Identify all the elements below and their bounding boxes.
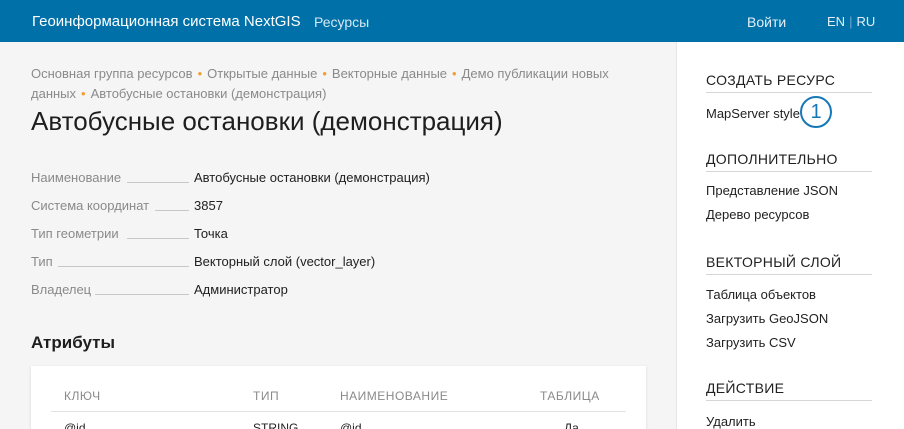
top-header: Геоинформационная система NextGIS Ресурс… xyxy=(0,0,904,42)
login-link[interactable]: Войти xyxy=(747,14,786,30)
property-value: 3857 xyxy=(194,198,223,213)
property-row: Система координат 3857 xyxy=(31,194,491,222)
main-content: Основная группа ресурсов • Открытые данные… xyxy=(0,42,676,429)
column-header-name[interactable]: НАИМЕНОВАНИЕ xyxy=(340,389,448,403)
property-row: Тип Векторный слой (vector_layer) xyxy=(31,250,491,278)
properties-list: Наименование Автобусные остановки (демон… xyxy=(31,166,491,306)
sidebar: СОЗДАТЬ РЕСУРС MapServer style ДОПОЛНИТЕ… xyxy=(676,42,904,429)
property-key: Система координат xyxy=(31,198,152,213)
callout-number-badge: 1 xyxy=(800,96,832,128)
breadcrumb-current: Автобусные остановки (демонстрация) xyxy=(90,86,327,101)
property-key: Наименование xyxy=(31,170,124,185)
sidebar-item-delete[interactable]: Удалить xyxy=(706,414,756,429)
table-cell-table: Да xyxy=(564,421,579,429)
breadcrumb-separator: • xyxy=(81,86,86,101)
sidebar-item-feature-table[interactable]: Таблица объектов xyxy=(706,287,816,302)
property-key: Тип геометрии xyxy=(31,226,121,241)
table-cell-key: @id xyxy=(64,421,86,429)
property-value: Векторный слой (vector_layer) xyxy=(194,254,376,269)
property-value: Автобусные остановки (демонстрация) xyxy=(194,170,430,185)
breadcrumb-separator: • xyxy=(322,66,327,81)
column-header-type[interactable]: ТИП xyxy=(253,389,279,403)
property-key: Тип xyxy=(31,254,55,269)
table-cell-type: STRING xyxy=(253,421,299,429)
app-brand[interactable]: Геоинформационная система NextGIS xyxy=(32,13,301,30)
breadcrumb-separator: • xyxy=(197,66,203,81)
sidebar-item-mapserver-style[interactable]: MapServer style xyxy=(706,106,800,121)
section-action: ДЕЙСТВИЕ xyxy=(706,380,872,401)
property-row: Наименование Автобусные остановки (демон… xyxy=(31,166,491,194)
sidebar-item-json-view[interactable]: Представление JSON xyxy=(706,183,838,198)
section-create-resource: СОЗДАТЬ РЕСУРС xyxy=(706,72,872,93)
nav-resources-link[interactable]: Ресурсы xyxy=(314,14,369,30)
breadcrumb-item[interactable]: Векторные данные xyxy=(332,66,447,81)
property-value: Точка xyxy=(194,226,228,241)
property-row: Владелец Администратор xyxy=(31,278,491,306)
sidebar-item-resource-tree[interactable]: Дерево ресурсов xyxy=(706,207,809,222)
breadcrumb-item[interactable]: Основная группа ресурсов xyxy=(31,66,193,81)
property-row: Тип геометрии Точка xyxy=(31,222,491,250)
lang-en-link[interactable]: EN xyxy=(827,14,845,29)
attributes-table: КЛЮЧ ТИП НАИМЕНОВАНИЕ ТАБЛИЦА @id STRING… xyxy=(31,366,646,429)
table-cell-name: @id xyxy=(340,421,362,429)
property-key: Владелец xyxy=(31,282,94,297)
breadcrumb: Основная группа ресурсов • Открытые данные… xyxy=(31,64,641,104)
page-title: Автобусные остановки (демонстрация) xyxy=(31,106,503,136)
lang-separator: | xyxy=(849,14,853,29)
language-switcher: EN | RU xyxy=(827,14,875,29)
table-header-divider xyxy=(51,411,626,412)
breadcrumb-item[interactable]: Открытые данные xyxy=(207,66,317,81)
sidebar-item-download-geojson[interactable]: Загрузить GeoJSON xyxy=(706,311,828,326)
breadcrumb-separator: • xyxy=(452,66,457,81)
section-additional: ДОПОЛНИТЕЛЬНО xyxy=(706,151,872,172)
sidebar-item-download-csv[interactable]: Загрузить CSV xyxy=(706,335,796,350)
column-header-table[interactable]: ТАБЛИЦА xyxy=(540,389,600,403)
property-value: Администратор xyxy=(194,282,288,297)
section-vector-layer: ВЕКТОРНЫЙ СЛОЙ xyxy=(706,254,872,275)
lang-ru-link[interactable]: RU xyxy=(856,14,875,29)
column-header-key[interactable]: КЛЮЧ xyxy=(64,389,101,403)
attributes-heading: Атрибуты xyxy=(31,333,115,352)
